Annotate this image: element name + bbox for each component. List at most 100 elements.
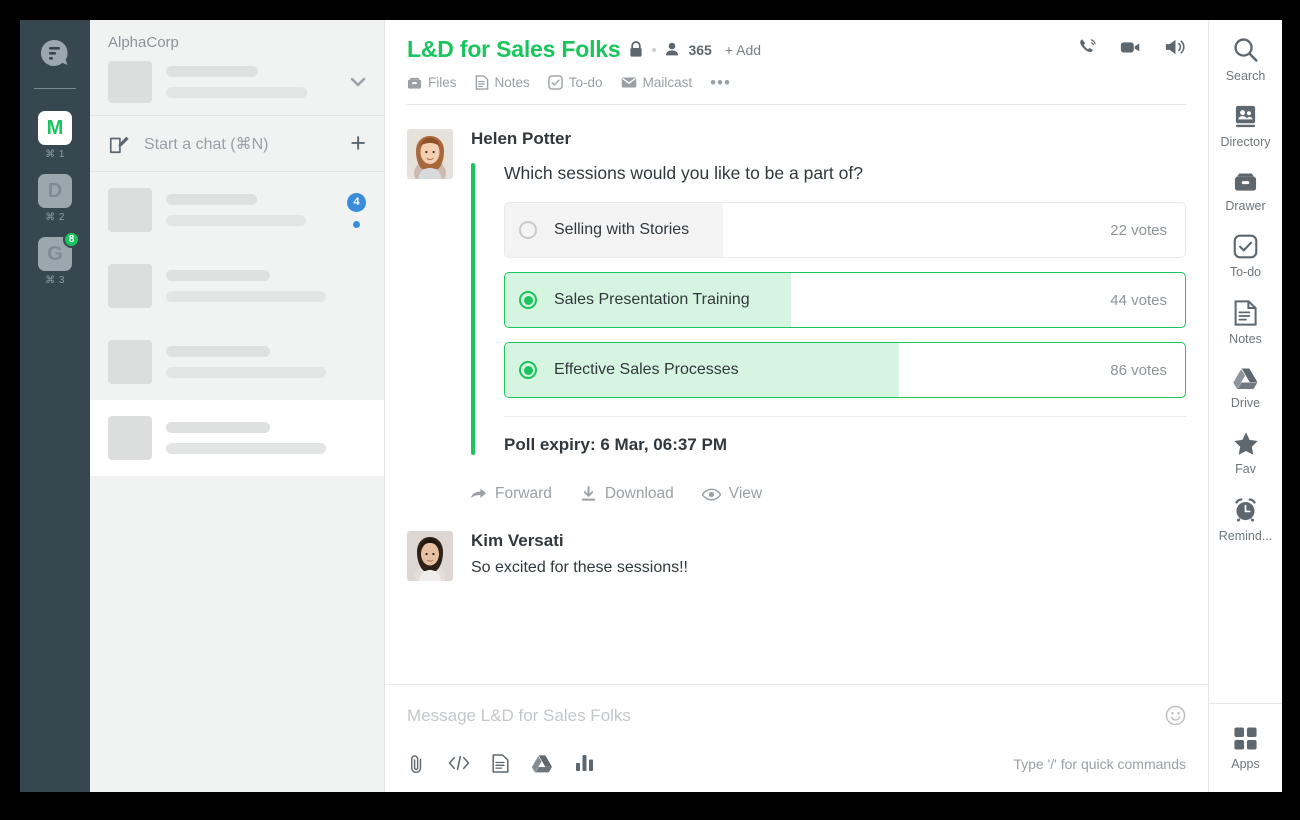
header-actions bbox=[1077, 36, 1186, 58]
plus-icon[interactable]: + bbox=[350, 130, 366, 157]
sidebar-item-apps[interactable]: Apps bbox=[1209, 704, 1282, 771]
radio-unselected-icon[interactable] bbox=[519, 221, 537, 239]
radio-selected-icon[interactable] bbox=[519, 291, 537, 309]
lock-icon bbox=[629, 41, 643, 58]
workspace-profile-row[interactable] bbox=[108, 61, 366, 103]
sidebar-item-label: Drawer bbox=[1225, 199, 1266, 213]
chat-text-placeholder bbox=[166, 422, 366, 454]
tab-todo[interactable]: To-do bbox=[548, 75, 603, 90]
todo-check-icon bbox=[1233, 234, 1258, 259]
message-list: Helen Potter Which sessions would you li… bbox=[385, 105, 1208, 684]
workspace-header[interactable]: AlphaCorp bbox=[90, 20, 384, 115]
action-label: Forward bbox=[495, 485, 552, 502]
poll-option[interactable]: Selling with Stories 22 votes bbox=[504, 202, 1186, 258]
announcement-icon[interactable] bbox=[1163, 36, 1186, 58]
apps-grid-icon bbox=[1233, 726, 1258, 751]
chevron-down-icon[interactable] bbox=[350, 77, 366, 87]
sidebar-item-directory[interactable]: Directory bbox=[1209, 104, 1282, 149]
flock-logo-icon[interactable] bbox=[35, 34, 75, 74]
sidebar-item-todo[interactable]: To-do bbox=[1209, 234, 1282, 279]
poll-option-label: Selling with Stories bbox=[554, 221, 690, 238]
todo-check-icon bbox=[548, 75, 563, 90]
video-call-icon[interactable] bbox=[1119, 36, 1143, 58]
radio-selected-icon[interactable] bbox=[519, 361, 537, 379]
message-body-text: So excited for these sessions!! bbox=[471, 559, 688, 576]
helen-potter-avatar bbox=[407, 129, 453, 179]
tab-mailcast[interactable]: Mailcast bbox=[621, 75, 693, 90]
tab-notes[interactable]: Notes bbox=[475, 75, 530, 90]
chat-avatar-placeholder bbox=[108, 264, 152, 308]
message-input[interactable]: Message L&D for Sales Folks bbox=[407, 706, 1165, 726]
sidebar-item-fav[interactable]: Fav bbox=[1209, 431, 1282, 476]
sidebar-item-drawer[interactable]: Drawer bbox=[1209, 170, 1282, 213]
tab-files[interactable]: Files bbox=[407, 75, 457, 90]
poll-card: Which sessions would you like to be a pa… bbox=[471, 163, 1186, 455]
sidebar-item-label: Directory bbox=[1220, 135, 1271, 149]
person-icon bbox=[665, 42, 679, 57]
chat-list[interactable]: 4 bbox=[90, 172, 384, 792]
org-switch-item[interactable]: D ⌘ 2 bbox=[38, 174, 72, 223]
more-options-icon[interactable]: ••• bbox=[710, 74, 731, 91]
poll-option[interactable]: Sales Presentation Training 44 votes bbox=[504, 272, 1186, 328]
message-composer[interactable]: Message L&D for Sales Folks Type '/' for… bbox=[385, 684, 1208, 792]
smiley-icon[interactable] bbox=[1165, 705, 1186, 726]
tab-label: Files bbox=[428, 75, 457, 90]
kim-versati-avatar bbox=[407, 531, 453, 581]
poll-chart-icon[interactable] bbox=[575, 754, 594, 774]
list-item[interactable]: 4 bbox=[90, 172, 384, 248]
chat-sidebar: AlphaCorp Start a chat (⌘N) + 4 bbox=[90, 20, 385, 792]
org-switch-item[interactable]: 8 G ⌘ 3 bbox=[38, 231, 80, 286]
message-content: Kim Versati So excited for these session… bbox=[471, 531, 1186, 581]
sidebar-item-notes[interactable]: Notes bbox=[1209, 300, 1282, 346]
view-button[interactable]: View bbox=[701, 485, 763, 503]
poll-accent-bar bbox=[471, 163, 475, 455]
chat-text-placeholder bbox=[166, 270, 366, 302]
list-item[interactable] bbox=[90, 248, 384, 324]
message-poll: Helen Potter Which sessions would you li… bbox=[407, 129, 1186, 455]
poll-option-votes: 44 votes bbox=[1110, 291, 1167, 309]
directory-icon bbox=[1233, 104, 1258, 129]
search-icon bbox=[1232, 36, 1259, 63]
chat-text-placeholder bbox=[166, 346, 366, 378]
org-rail: M ⌘ 1 D ⌘ 2 8 G ⌘ 3 bbox=[20, 20, 90, 792]
action-label: View bbox=[728, 485, 763, 502]
code-snippet-icon[interactable] bbox=[448, 754, 470, 774]
channel-tabs: Files Notes To-do Mailcast ••• bbox=[407, 74, 1186, 91]
start-chat-row[interactable]: Start a chat (⌘N) + bbox=[90, 115, 384, 172]
sidebar-item-drive[interactable]: Drive bbox=[1209, 367, 1282, 410]
separator-dot bbox=[652, 47, 657, 52]
channel-title-row: L&D for Sales Folks 365 + Add bbox=[407, 36, 1186, 63]
message-author: Helen Potter bbox=[471, 129, 572, 148]
org-tile-letter[interactable]: D bbox=[38, 174, 72, 208]
org-unread-badge: 8 bbox=[63, 231, 80, 248]
poll-option[interactable]: Effective Sales Processes 86 votes bbox=[504, 342, 1186, 398]
app-window: M ⌘ 1 D ⌘ 2 8 G ⌘ 3 AlphaCorp Start a ch… bbox=[20, 20, 1282, 792]
page-title: L&D for Sales Folks bbox=[407, 36, 621, 62]
list-item[interactable] bbox=[90, 324, 384, 400]
chat-avatar-placeholder bbox=[108, 416, 152, 460]
org-tile-letter[interactable]: M bbox=[38, 111, 72, 145]
audio-call-icon[interactable] bbox=[1077, 36, 1099, 58]
message-content: Helen Potter Which sessions would you li… bbox=[471, 129, 1186, 455]
workspace-name: AlphaCorp bbox=[108, 34, 179, 51]
download-button[interactable]: Download bbox=[580, 485, 674, 503]
google-drive-icon[interactable] bbox=[531, 754, 553, 774]
sidebar-item-label: Apps bbox=[1231, 757, 1260, 771]
tab-label: Notes bbox=[494, 75, 530, 90]
attachment-icon[interactable] bbox=[407, 754, 426, 774]
document-icon[interactable] bbox=[492, 754, 509, 774]
list-item[interactable] bbox=[90, 400, 384, 476]
sidebar-item-reminders[interactable]: Remind... bbox=[1209, 497, 1282, 543]
forward-button[interactable]: Forward bbox=[470, 485, 552, 503]
status-dot bbox=[353, 220, 360, 228]
sidebar-item-label: To-do bbox=[1229, 265, 1262, 279]
add-members-button[interactable]: + Add bbox=[725, 42, 761, 58]
composer-toolbar bbox=[407, 754, 1013, 774]
workspace-avatar-placeholder bbox=[108, 61, 152, 103]
forward-arrow-icon bbox=[470, 487, 487, 501]
org-switch-item[interactable]: M ⌘ 1 bbox=[38, 111, 72, 160]
workspace-text-placeholder bbox=[166, 66, 342, 98]
download-icon bbox=[580, 486, 597, 502]
tab-label: Mailcast bbox=[642, 75, 693, 90]
sidebar-item-search[interactable]: Search bbox=[1209, 36, 1282, 83]
